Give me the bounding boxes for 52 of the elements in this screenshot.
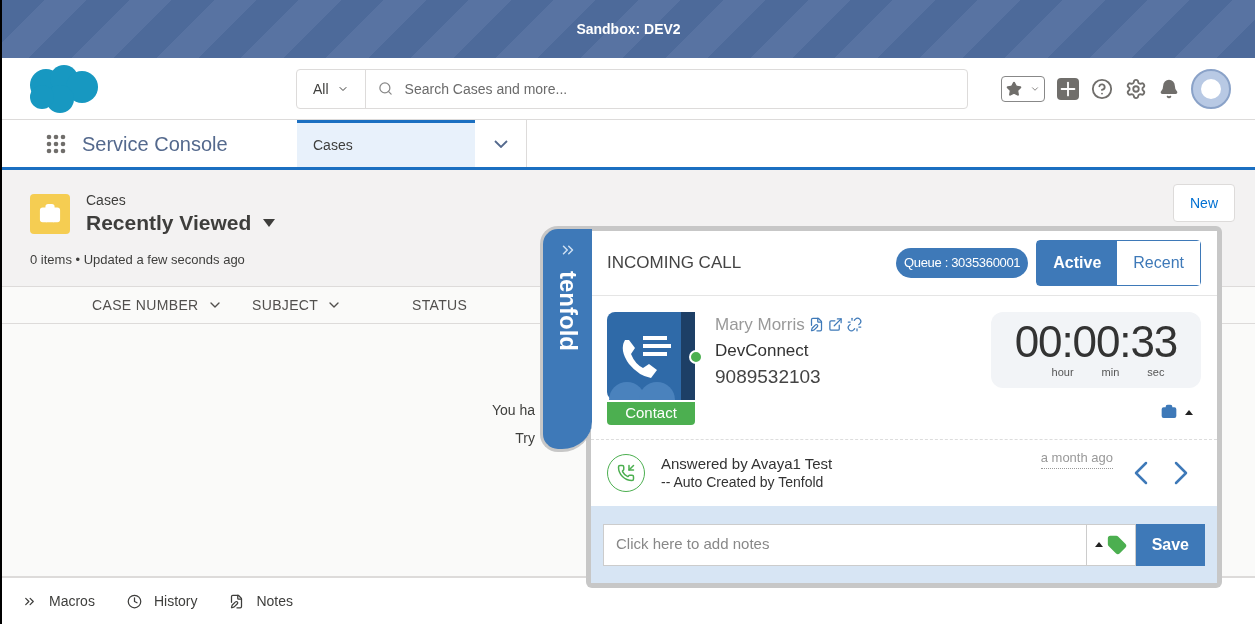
contact-card-icon <box>607 312 695 400</box>
briefcase-icon[interactable] <box>1161 404 1177 420</box>
list-view-selector[interactable]: Recently Viewed <box>86 210 276 237</box>
queue-badge: Queue : 3035360001 <box>895 248 1029 278</box>
object-label: Cases <box>86 191 127 210</box>
avatar[interactable] <box>1191 68 1231 109</box>
column-header[interactable]: STATUS <box>412 294 468 315</box>
call-timer: 00:00:33 hour min sec <box>991 312 1201 388</box>
column-header[interactable]: CASE NUMBER <box>92 294 199 315</box>
star-icon <box>1006 80 1022 97</box>
nav-tab[interactable]: Cases <box>297 120 475 167</box>
clock-icon <box>126 593 142 609</box>
chevron-icon <box>493 139 508 148</box>
help-icon[interactable] <box>1091 77 1113 100</box>
favorites-button[interactable] <box>1001 75 1045 102</box>
activity-time: a month ago <box>1040 448 1113 469</box>
add-icon[interactable] <box>1057 77 1079 100</box>
timer-unit: min <box>1101 364 1120 380</box>
tenfold-side-tab[interactable]: tenfold <box>540 226 592 452</box>
search-field[interactable]: Search Cases and more... <box>404 78 955 99</box>
notifications-icon[interactable] <box>1159 78 1179 99</box>
collapse-caret-icon[interactable] <box>1185 409 1193 415</box>
utility-item[interactable]: Macros <box>22 591 95 611</box>
open-icon[interactable] <box>827 317 843 333</box>
app-launcher-icon[interactable] <box>46 133 66 154</box>
empty-message: Try <box>515 428 535 448</box>
unlink-icon[interactable] <box>846 317 862 333</box>
save-button[interactable]: Save <box>1135 523 1205 566</box>
contact-company: DevConnect <box>715 339 810 362</box>
app-name: Service Console <box>82 131 228 157</box>
utility-item[interactable]: Notes <box>229 591 294 611</box>
settings-icon[interactable] <box>1125 77 1147 100</box>
banner-title: Sandbox: DEV2 <box>576 20 681 39</box>
notes-field[interactable]: Click here to add notes <box>603 523 1087 566</box>
contact-badge: Contact <box>607 402 695 425</box>
cases-icon <box>30 194 70 234</box>
timer-unit: hour <box>1051 364 1074 380</box>
column-header[interactable]: SUBJECT <box>252 294 319 315</box>
search-bar[interactable]: All Search Cases and more... <box>296 68 968 109</box>
utility-item[interactable]: History <box>126 591 198 611</box>
expand-caret-icon[interactable] <box>1094 542 1103 547</box>
search-icon <box>377 81 393 96</box>
list-meta: 0 items • Updated a few seconds ago <box>30 251 245 270</box>
activity-title: Answered by Avaya1 Test <box>661 454 833 474</box>
call-tab[interactable]: Active <box>1037 241 1118 285</box>
call-heading: INCOMING CALL <box>607 252 742 275</box>
timer-unit: sec <box>1147 364 1165 380</box>
scope-dropdown[interactable]: All <box>297 69 366 108</box>
activity-note: -- Auto Created by Tenfold <box>661 473 825 492</box>
empty-message: You ha <box>491 400 535 420</box>
new-button[interactable]: New <box>1173 184 1235 222</box>
contact-phone: 9089532103 <box>715 365 822 389</box>
